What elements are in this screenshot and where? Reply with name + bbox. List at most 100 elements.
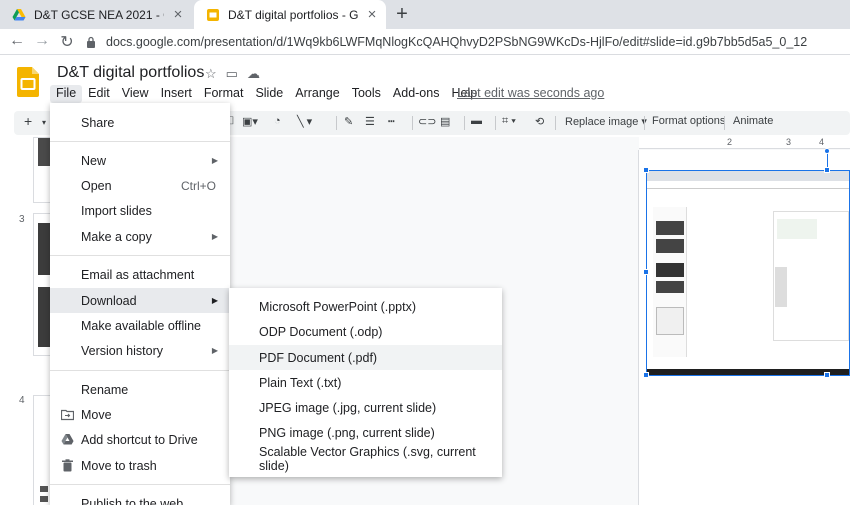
tab-title: D&T digital portfolios - Google S (228, 7, 358, 22)
menu-item-shortcut: Ctrl+O (180, 178, 216, 193)
menu-item-make-offline[interactable]: Make available offline (50, 313, 230, 338)
border-weight-icon[interactable]: ☰ (365, 115, 375, 128)
menu-item-new[interactable]: New ▶ (50, 148, 230, 173)
resize-handle[interactable] (643, 269, 649, 275)
download-png[interactable]: PNG image (.png, current slide) (229, 420, 502, 445)
menu-item-label: Email as attachment (81, 267, 195, 282)
menu-item-publish[interactable]: Publish to the web (50, 491, 230, 505)
menu-edit[interactable]: Edit (82, 85, 116, 103)
rotate-handle[interactable] (824, 148, 830, 154)
move-folder-icon[interactable]: ▭ (226, 66, 238, 82)
resize-handle[interactable] (643, 167, 649, 173)
slide-number: 4 (19, 395, 25, 406)
reset-image-icon[interactable]: ⟲ (535, 115, 544, 128)
browser-tab-gcse[interactable]: D&T GCSE NEA 2021 - Google D × (0, 0, 192, 29)
menu-format[interactable]: Format (198, 85, 250, 103)
cloud-status-icon[interactable]: ☁ (247, 66, 260, 82)
submenu-arrow-icon: ▶ (211, 156, 218, 165)
download-jpg[interactable]: JPEG image (.jpg, current slide) (229, 395, 502, 420)
back-icon[interactable]: ← (8, 32, 26, 50)
menu-item-email-attachment[interactable]: Email as attachment (50, 262, 230, 287)
download-odp[interactable]: ODP Document (.odp) (229, 319, 502, 344)
menu-bar: File Edit View Insert Format Slide Arran… (50, 85, 483, 103)
star-icon[interactable]: ☆ (205, 66, 217, 82)
menu-slide[interactable]: Slide (249, 85, 289, 103)
ruler-mark: 4 (819, 137, 825, 147)
menu-tools[interactable]: Tools (346, 85, 387, 103)
selected-screenshot-image[interactable] (646, 170, 850, 376)
slide-number: 3 (19, 214, 25, 225)
replace-image-button[interactable]: Replace image ▾ (565, 115, 647, 128)
resize-handle[interactable] (643, 372, 649, 378)
forward-icon[interactable]: → (33, 32, 51, 50)
slides-logo-icon[interactable] (17, 67, 39, 97)
menu-item-share[interactable]: Share (50, 110, 230, 135)
download-svg[interactable]: Scalable Vector Graphics (.svg, current … (229, 445, 502, 473)
link-icon[interactable]: ⊂⊃ (418, 115, 436, 128)
replace-image-label: Replace image (565, 116, 639, 128)
menu-item-make-copy[interactable]: Make a copy ▶ (50, 224, 230, 249)
browser-tabstrip: D&T GCSE NEA 2021 - Google D × D&T digit… (0, 0, 850, 29)
menu-view[interactable]: View (116, 85, 155, 103)
last-edit-link[interactable]: Last edit was seconds ago (457, 86, 604, 100)
submenu-arrow-icon: ▶ (211, 346, 218, 355)
crop-icon[interactable]: ⌗ ▾ (502, 115, 516, 128)
ruler-mark: 3 (786, 137, 792, 147)
address-bar[interactable]: docs.google.com/presentation/d/1Wq9kb6LW… (86, 32, 846, 52)
new-tab-icon[interactable]: + (392, 3, 412, 26)
menu-item-label: Download (81, 293, 137, 308)
drive-shortcut-icon (61, 434, 74, 445)
trash-icon (62, 459, 73, 472)
menu-item-label: Move to trash (81, 458, 157, 473)
menu-arrange[interactable]: Arrange (289, 85, 345, 103)
menu-item-import-slides[interactable]: Import slides (50, 198, 230, 223)
tab-close-icon[interactable]: × (170, 6, 186, 23)
comment-icon[interactable]: ▤ (440, 115, 450, 128)
menu-item-move-trash[interactable]: Move to trash (50, 453, 230, 478)
move-folder-icon (61, 409, 74, 421)
google-drive-icon (12, 8, 26, 20)
lock-icon (87, 36, 95, 48)
new-slide-icon[interactable]: + (24, 113, 32, 129)
menu-item-label: Import slides (81, 203, 152, 218)
menu-item-label: Move (81, 407, 112, 422)
submenu-arrow-icon: ▶ (211, 296, 218, 305)
animate-button[interactable]: Animate (733, 115, 773, 127)
reload-icon[interactable]: ↻ (58, 32, 76, 52)
border-dash-icon[interactable]: ┅ (388, 115, 395, 128)
download-txt[interactable]: Plain Text (.txt) (229, 370, 502, 395)
horizontal-ruler: 2 3 4 (639, 137, 850, 149)
menu-item-download[interactable]: Download ▶ (50, 288, 230, 313)
shape-icon[interactable]: ◔ (274, 115, 281, 127)
pen-icon[interactable]: ✎ (344, 115, 353, 128)
menu-item-label: Share (81, 115, 115, 130)
mask-image-icon[interactable]: ▬ (471, 115, 482, 127)
menu-item-add-shortcut[interactable]: Add shortcut to Drive (50, 427, 230, 452)
google-slides-icon (207, 8, 219, 21)
download-pptx[interactable]: Microsoft PowerPoint (.pptx) (229, 294, 502, 319)
menu-item-rename[interactable]: Rename (50, 377, 230, 402)
tab-close-icon[interactable]: × (364, 6, 380, 23)
resize-handle[interactable] (824, 167, 830, 173)
download-pdf[interactable]: PDF Document (.pdf) (229, 345, 502, 370)
menu-item-label: Rename (81, 382, 129, 397)
tab-title: D&T GCSE NEA 2021 - Google D (34, 7, 164, 22)
resize-handle[interactable] (824, 372, 830, 378)
new-slide-dropdown-icon[interactable]: ▾ (42, 118, 46, 127)
document-title[interactable]: D&T digital portfolios (57, 64, 204, 82)
ruler-mark: 2 (727, 137, 733, 147)
browser-tab-portfolios[interactable]: D&T digital portfolios - Google S × (194, 0, 386, 29)
line-icon[interactable]: ╲ ▾ (297, 115, 312, 128)
menu-item-open[interactable]: Open Ctrl+O (50, 173, 230, 198)
menu-insert[interactable]: Insert (155, 85, 198, 103)
file-menu: Share New ▶ Open Ctrl+O Import slides Make… (50, 103, 230, 505)
format-options-button[interactable]: Format options (652, 115, 725, 127)
menu-file[interactable]: File (50, 85, 83, 103)
menu-item-version-history[interactable]: Version history ▶ (50, 338, 230, 363)
menu-item-label: Add shortcut to Drive (81, 432, 198, 447)
menu-addons[interactable]: Add-ons (387, 85, 446, 103)
url-text: docs.google.com/presentation/d/1Wq9kb6LW… (106, 35, 808, 49)
menu-item-move[interactable]: Move (50, 402, 230, 427)
insert-image-icon[interactable]: ▣▾ (242, 115, 258, 128)
menu-item-label: Publish to the web (81, 496, 184, 505)
